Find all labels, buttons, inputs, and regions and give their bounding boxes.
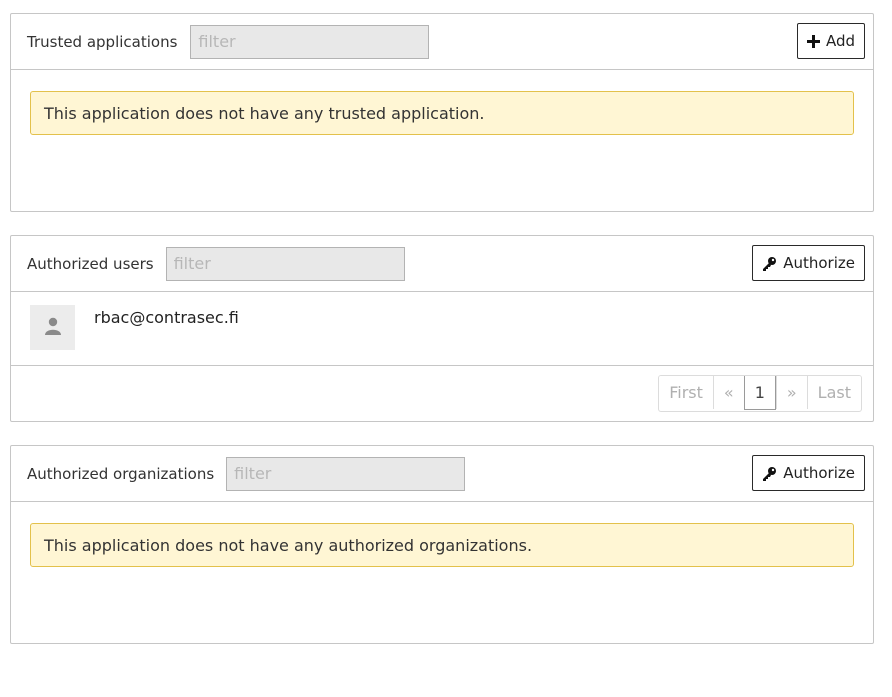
authorize-organization-button[interactable]: Authorize [752, 455, 865, 491]
empty-authorized-orgs-alert: This application does not have any autho… [30, 523, 854, 567]
pagination-first[interactable]: First [659, 376, 713, 409]
authorized-organizations-panel: Authorized organizations Authorize This … [10, 445, 874, 644]
panel-header: Authorized users Authorize [11, 236, 873, 292]
alert-message: This application does not have any autho… [44, 535, 533, 555]
panel-header: Authorized organizations Authorize [11, 446, 873, 502]
user-email: rbac@contrasec.fi [94, 308, 239, 327]
panel-header: Trusted applications Add [11, 14, 873, 70]
avatar [30, 305, 75, 350]
authorize-button-label: Authorize [783, 254, 855, 272]
authorized-users-panel: Authorized users Authorize rbac@contrase… [10, 235, 874, 422]
plus-icon [806, 34, 820, 48]
authorized-orgs-filter-input[interactable] [226, 456, 466, 491]
panel-title: Authorized organizations [27, 464, 215, 483]
alert-message: This application does not have any trust… [44, 103, 485, 123]
key-icon [762, 466, 777, 481]
authorize-user-button[interactable]: Authorize [752, 245, 865, 281]
panel-title: Authorized users [27, 254, 154, 273]
authorize-button-label: Authorize [783, 464, 855, 482]
pagination-last[interactable]: Last [806, 376, 861, 409]
pagination-prev[interactable]: « [712, 376, 744, 409]
trusted-applications-panel: Trusted applications Add This applicatio… [10, 13, 874, 212]
key-icon [762, 256, 777, 271]
pagination-next[interactable]: » [775, 376, 807, 409]
pagination-page-current[interactable]: 1 [743, 376, 776, 410]
user-icon [44, 317, 61, 339]
add-trusted-app-button[interactable]: Add [796, 23, 865, 59]
user-list-item[interactable]: rbac@contrasec.fi [11, 292, 873, 366]
authorized-users-filter-input[interactable] [165, 246, 405, 281]
panel-title: Trusted applications [27, 32, 178, 51]
trusted-apps-filter-input[interactable] [190, 24, 430, 59]
empty-trusted-apps-alert: This application does not have any trust… [30, 91, 854, 135]
add-button-label: Add [825, 32, 855, 50]
pagination: First « 1 » Last [658, 375, 862, 412]
